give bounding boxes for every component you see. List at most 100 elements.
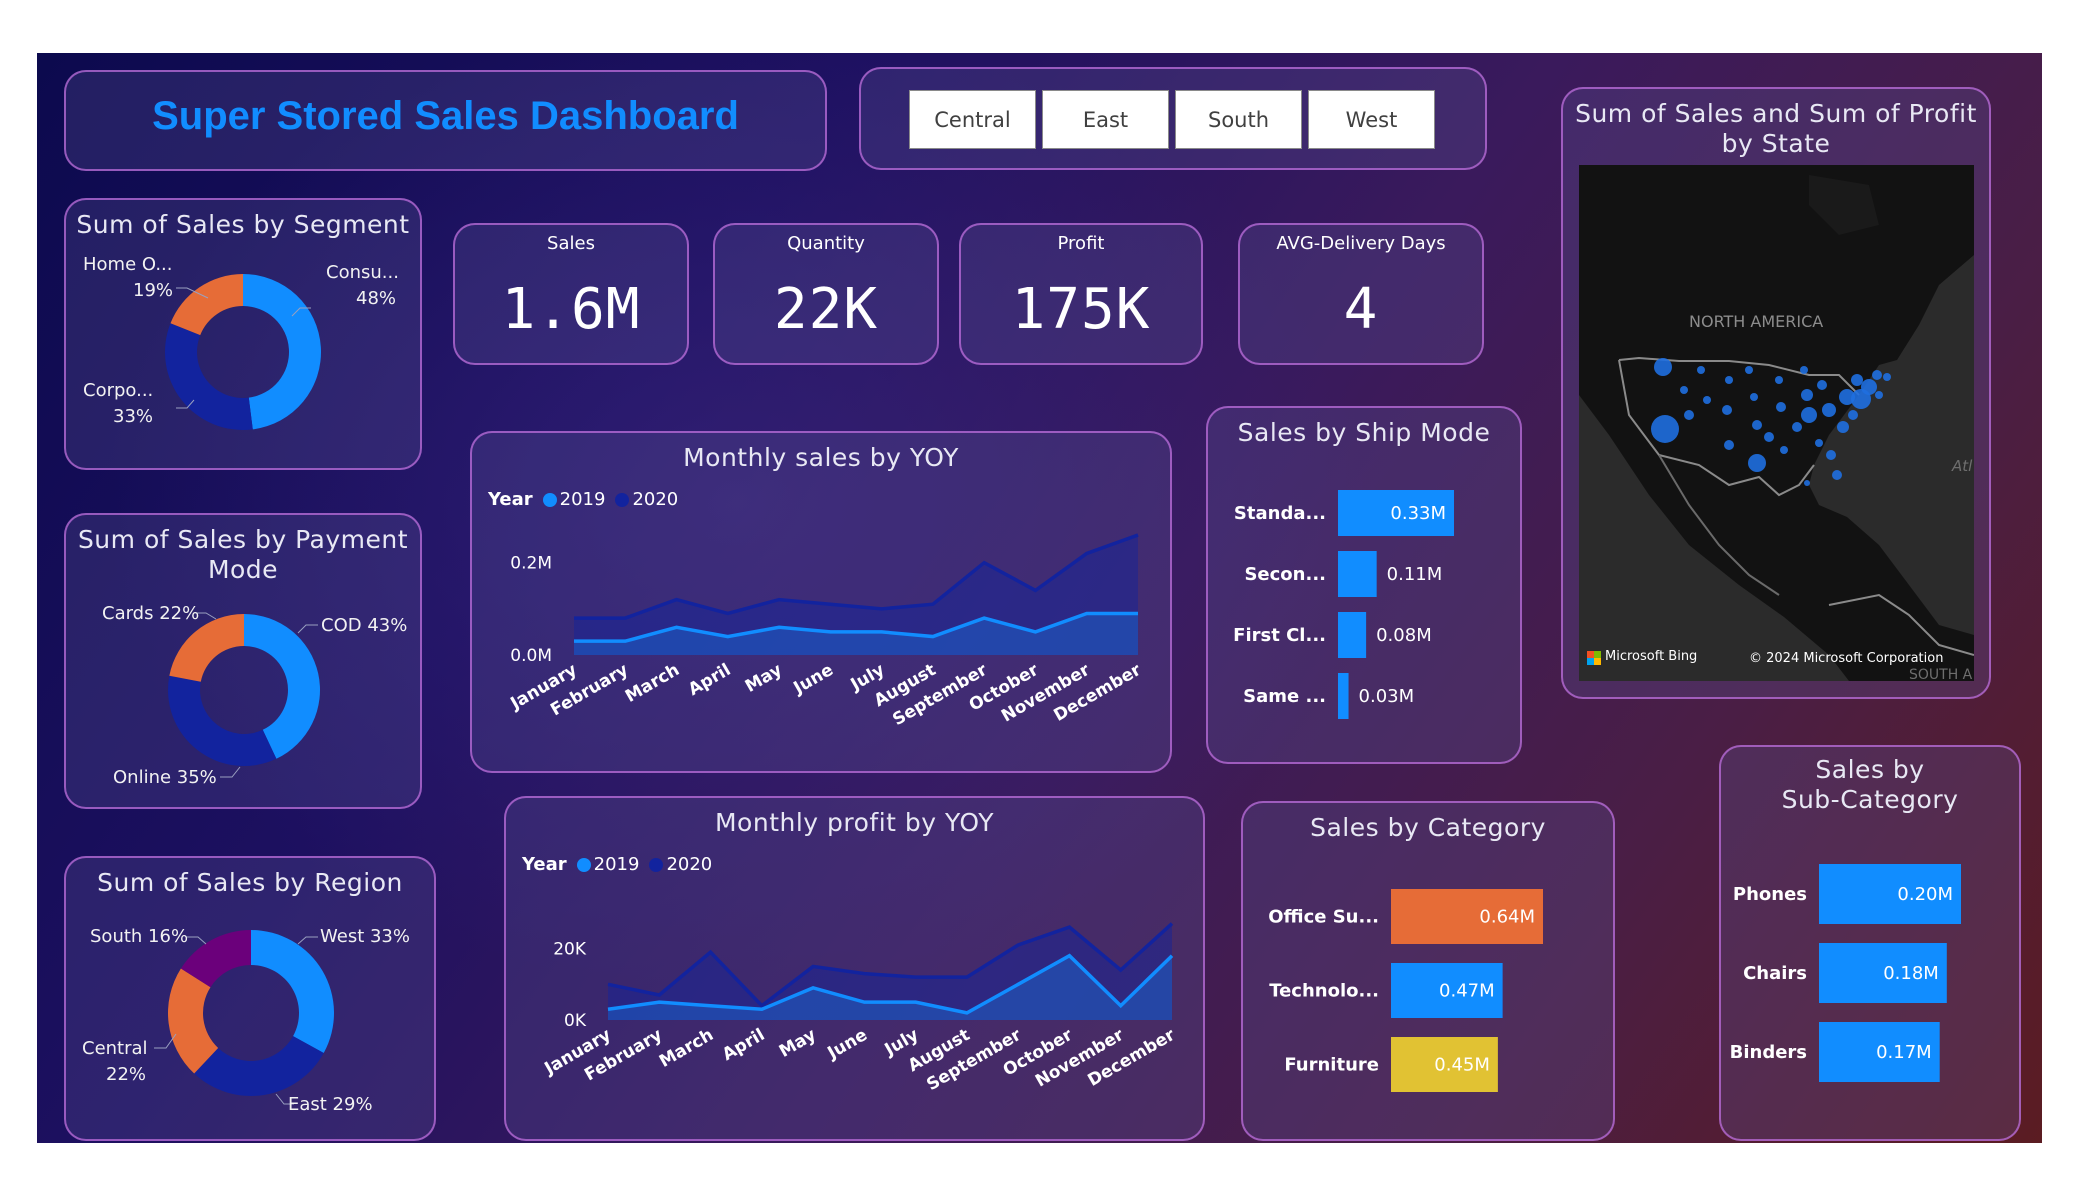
ship-mode-bar-chart[interactable]: Standa... 0.33M Secon... 0.11M First Cl... 0.… [1208,408,1524,766]
kpi-label: Profit [1057,233,1105,254]
donut-slice-corporate[interactable] [165,323,253,430]
donut-slice-online[interactable] [168,675,277,766]
segment-home-office-label: Home O... [83,254,173,275]
y-tick-label: 0K [564,1011,587,1031]
kpi-delivery-card: AVG-Delivery Days 4 [1238,223,1484,365]
leader-line [220,766,241,778]
bar-value-label: 0.08M [1376,625,1432,646]
segment-consumer-pct: 48% [356,288,397,309]
leader-line [297,936,318,945]
map-south-label: SOUTH A [1909,667,1973,681]
map-region-label: NORTH AMERICA [1689,312,1823,331]
bar-value-label: 0.45M [1434,1055,1490,1076]
landmass [1579,165,1974,681]
bar[interactable] [1338,612,1367,658]
bing-attribution: Microsoft Bing [1605,649,1698,664]
region-west-label: West 33% [320,926,410,947]
bar[interactable] [1338,551,1377,597]
y-tick-label: 20K [553,940,587,960]
payment-donut-card: Sum of Sales by Payment Mode COD 43% Onli… [64,513,422,809]
donut-slice-consumer[interactable] [243,274,321,430]
x-tick-label: April [719,1025,768,1065]
region-central-label: Central [82,1038,148,1059]
monthly-sales-card: Monthly sales by YOY Year 2019 2020 0.0M… [470,431,1172,773]
kpi-label: Quantity [787,233,865,254]
segment-corporate-pct: 33% [113,406,154,427]
y-tick-label: 0.0M [510,646,552,666]
title-card: Super Stored Sales Dashboard [64,70,827,171]
map-ocean-label: Atl [1951,457,1973,475]
bar-category-label: Same ... [1243,686,1326,707]
dashboard-canvas: Super Stored Sales Dashboard Central Eas… [37,53,2042,1143]
donut-slice-home-office[interactable] [170,274,243,336]
microsoft-logo-icon [1587,651,1601,665]
kpi-value: 175K [1011,277,1151,342]
map-card: Sum of Sales and Sum of Profitby State [1561,87,1991,699]
payment-cod-label: COD 43% [321,615,408,636]
x-tick-label: June [790,660,837,699]
kpi-profit-card: Profit 175K [959,223,1203,365]
slicer-central-button[interactable]: Central [909,90,1036,149]
bar-category-label: Technolo... [1269,981,1379,1002]
bar-category-label: Office Su... [1268,907,1379,928]
bar-value-label: 0.20M [1897,884,1953,905]
region-south-label: South 16% [90,926,189,947]
bar-value-label: 0.17M [1876,1042,1932,1063]
dashboard-title: Super Stored Sales Dashboard [152,94,739,138]
bar-value-label: 0.03M [1359,686,1415,707]
leader-line [186,936,207,945]
segment-consumer-label: Consu... [326,262,399,283]
monthly-sales-chart[interactable]: 0.0M0.2MJanuaryFebruaryMarch April May June… [472,433,1174,775]
kpi-label: Sales [547,233,595,254]
donut-slice-west[interactable] [251,930,334,1053]
leader-line [297,624,318,634]
map-viewport[interactable]: NORTH AMERICA Atl SOUTH A Microsoft Bing… [1579,165,1974,681]
y-tick-label: 0.2M [510,554,552,574]
kpi-value: 4 [1343,277,1379,342]
bar-category-label: Furniture [1284,1055,1379,1076]
bar-category-label: Standa... [1234,503,1326,524]
region-donut-chart[interactable] [66,858,438,1143]
bar-value-label: 0.33M [1390,503,1446,524]
segment-donut-chart[interactable] [66,200,424,472]
segment-donut-card: Sum of Sales by Segment Consu... 48% Cor… [64,198,422,470]
subcategory-card: Sales by Sub-Category Phones 0.20M Chairs 0.… [1719,745,2021,1141]
payment-online-label: Online 35% [113,767,217,788]
region-donut-card: Sum of Sales by Region West 33% East 29%… [64,856,436,1141]
kpi-value: 1.6M [501,277,641,342]
monthly-profit-chart[interactable]: 0K20KJanuaryFebruaryMarch April May June Jul… [506,798,1207,1143]
category-card: Sales by Category Office Su... 0.64M Techn… [1241,801,1615,1141]
bar[interactable] [1338,673,1349,719]
segment-home-office-pct: 19% [133,280,174,301]
map-copyright: © 2024 Microsoft Corporation [1749,651,1944,666]
segment-corporate-label: Corpo... [83,380,154,401]
bar-value-label: 0.18M [1883,963,1939,984]
slicer-west-button[interactable]: West [1308,90,1435,149]
bar-value-label: 0.47M [1439,981,1495,1002]
kpi-quantity-card: Quantity 22K [713,223,939,365]
x-tick-label: June [824,1025,871,1064]
kpi-label: AVG-Delivery Days [1276,233,1446,254]
kpi-value: 22K [773,277,879,342]
x-tick-label: March [656,1025,717,1072]
slicer-east-button[interactable]: East [1042,90,1169,149]
x-tick-label: May [742,660,786,697]
kpi-sales-card: Sales 1.6M [453,223,689,365]
bar-category-label: Chairs [1743,963,1807,984]
north-america-map: NORTH AMERICA Atl SOUTH A [1579,165,1974,681]
monthly-profit-card: Monthly profit by YOY Year 2019 2020 0K 2… [504,796,1205,1141]
payment-cards-label: Cards 22% [102,603,200,624]
region-east-label: East 29% [288,1094,373,1115]
bar-category-label: Binders [1730,1042,1807,1063]
category-bar-chart[interactable]: Office Su... 0.64M Technolo... 0.47M Furnitu… [1243,803,1617,1143]
bar-value-label: 0.11M [1387,564,1443,585]
subcategory-bar-chart[interactable]: Phones 0.20M Chairs 0.18M Binders 0.17M [1721,747,2023,1143]
ship-mode-card: Sales by Ship Mode Standa... 0.33M Secon..… [1206,406,1522,764]
x-tick-label: May [776,1025,820,1062]
bar-value-label: 0.64M [1479,907,1535,928]
x-tick-label: March [622,660,683,707]
slicer-south-button[interactable]: South [1175,90,1302,149]
bar-category-label: Secon... [1244,564,1326,585]
card-title: Sum of Sales and Sum of Profit by State [1575,99,1977,158]
region-central-pct: 22% [106,1064,147,1085]
